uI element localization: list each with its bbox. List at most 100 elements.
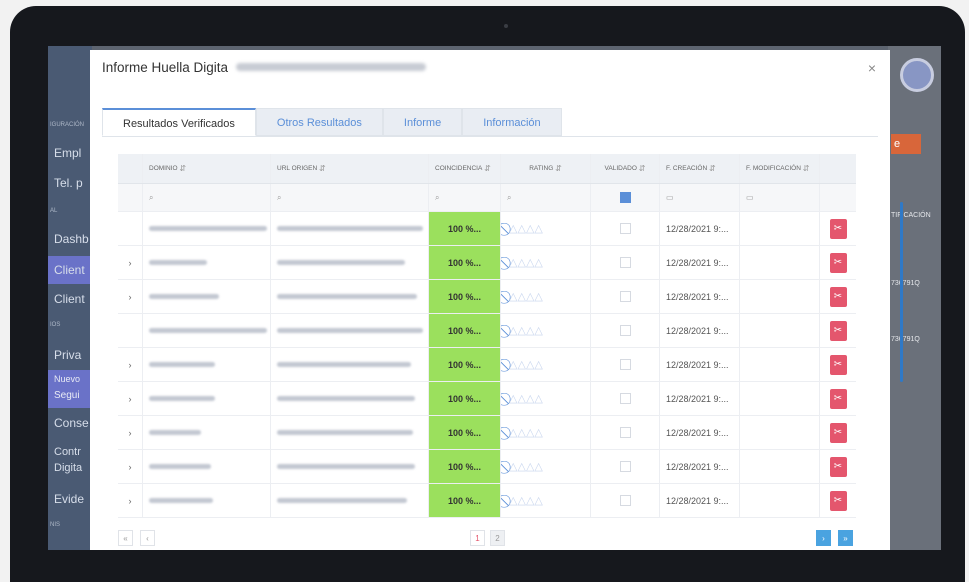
- filter-icon[interactable]: ⇵: [803, 164, 810, 173]
- sidebar-item-clientes[interactable]: Client: [54, 292, 85, 306]
- warning-triangle-icon[interactable]: △: [517, 290, 525, 303]
- validado-checkbox[interactable]: [619, 223, 631, 234]
- filter-icon[interactable]: ⇵: [179, 164, 186, 173]
- column-header-validado[interactable]: VALIDADO ⇵: [591, 154, 660, 183]
- expand-cell[interactable]: ›: [118, 450, 143, 483]
- delete-row-button[interactable]: ✂: [829, 354, 847, 375]
- filter-icon[interactable]: ⇵: [319, 164, 326, 173]
- warning-triangle-icon[interactable]: △: [517, 460, 525, 473]
- rating-cell[interactable]: ⃠△△△△: [501, 348, 591, 381]
- validado-checkbox[interactable]: [619, 291, 631, 302]
- filter-rating[interactable]: ⌕: [501, 184, 591, 211]
- delete-row-button[interactable]: ✂: [829, 490, 847, 511]
- warning-triangle-icon[interactable]: △: [534, 460, 542, 473]
- expand-cell[interactable]: ›: [118, 348, 143, 381]
- vertical-scrollbar[interactable]: [900, 202, 903, 382]
- expand-cell[interactable]: [118, 314, 143, 347]
- warning-triangle-icon[interactable]: △: [517, 358, 525, 371]
- expand-cell[interactable]: ›: [118, 382, 143, 415]
- table-row[interactable]: › 100 %...⃠△△△△ 12/28/2021 9:... ✂: [118, 348, 856, 382]
- filter-icon[interactable]: ⇵: [709, 164, 716, 173]
- table-row[interactable]: › 100 %...⃠△△△△ 12/28/2021 9:... ✂: [118, 382, 856, 416]
- validado-cell[interactable]: [591, 382, 660, 415]
- warning-triangle-icon[interactable]: △: [526, 256, 534, 269]
- warning-triangle-icon[interactable]: △: [517, 392, 525, 405]
- warning-triangle-icon[interactable]: △: [517, 222, 525, 235]
- sidebar-item-digital[interactable]: Digita: [54, 462, 82, 474]
- warning-triangle-icon[interactable]: △: [526, 426, 534, 439]
- warning-triangle-icon[interactable]: △: [509, 494, 517, 507]
- expand-cell[interactable]: ›: [118, 280, 143, 313]
- warning-triangle-icon[interactable]: △: [526, 222, 534, 235]
- expand-chevron-icon[interactable]: ›: [129, 496, 132, 506]
- next-page-button[interactable]: ›: [816, 530, 831, 546]
- warning-triangle-icon[interactable]: △: [534, 222, 542, 235]
- warning-triangle-icon[interactable]: △: [534, 256, 542, 269]
- prev-page-button[interactable]: ‹: [140, 530, 155, 546]
- expand-cell[interactable]: ›: [118, 416, 143, 449]
- warning-triangle-icon[interactable]: △: [526, 460, 534, 473]
- validado-cell[interactable]: [591, 416, 660, 449]
- calendar-icon[interactable]: ▭: [746, 193, 754, 202]
- sidebar-item-clientes-active[interactable]: Client: [48, 256, 92, 284]
- validado-cell[interactable]: [591, 314, 660, 347]
- validado-cell[interactable]: [591, 450, 660, 483]
- rating-cell[interactable]: ⃠△△△△: [501, 450, 591, 483]
- warning-triangle-icon[interactable]: △: [526, 392, 534, 405]
- rating-cell[interactable]: ⃠△△△△: [501, 314, 591, 347]
- validado-checkbox[interactable]: [619, 393, 631, 404]
- validado-checkbox[interactable]: [619, 325, 631, 336]
- sidebar-item-empleados[interactable]: Empl: [54, 146, 81, 160]
- warning-triangle-icon[interactable]: △: [534, 290, 542, 303]
- table-row[interactable]: › 100 %...⃠△△△△ 12/28/2021 9:... ✂: [118, 450, 856, 484]
- warning-triangle-icon[interactable]: △: [526, 494, 534, 507]
- close-icon[interactable]: ×: [868, 60, 876, 76]
- table-row[interactable]: › 100 %...⃠△△△△ 12/28/2021 9:... ✂: [118, 280, 856, 314]
- expand-chevron-icon[interactable]: ›: [129, 428, 132, 438]
- validado-checkbox[interactable]: [619, 257, 631, 268]
- column-header-rating[interactable]: RATING ⇵: [501, 154, 591, 183]
- delete-row-button[interactable]: ✂: [829, 456, 847, 477]
- tab-resultados-verificados[interactable]: Resultados Verificados: [102, 108, 256, 136]
- expand-cell[interactable]: ›: [118, 246, 143, 279]
- warning-triangle-icon[interactable]: △: [509, 392, 517, 405]
- delete-row-button[interactable]: ✂: [829, 218, 847, 239]
- delete-row-button[interactable]: ✂: [829, 320, 847, 341]
- filter-f-creacion[interactable]: ▭: [660, 184, 740, 211]
- expand-chevron-icon[interactable]: ›: [129, 258, 132, 268]
- table-row[interactable]: › 100 %...⃠△△△△ 12/28/2021 9:... ✂: [118, 484, 856, 518]
- column-header-coincidencia[interactable]: COINCIDENCIA ⇵: [429, 154, 501, 183]
- warning-triangle-icon[interactable]: △: [517, 494, 525, 507]
- filter-f-modificacion[interactable]: ▭: [740, 184, 820, 211]
- warning-triangle-icon[interactable]: △: [526, 290, 534, 303]
- validado-checkbox[interactable]: [619, 359, 631, 370]
- expand-chevron-icon[interactable]: ›: [129, 292, 132, 302]
- warning-triangle-icon[interactable]: △: [534, 324, 542, 337]
- warning-triangle-icon[interactable]: △: [517, 256, 525, 269]
- filter-dominio[interactable]: ⌕: [143, 184, 271, 211]
- table-row[interactable]: › 100 %...⃠△△△△ 12/28/2021 9:... ✂: [118, 246, 856, 280]
- expand-cell[interactable]: ›: [118, 484, 143, 517]
- filter-url-origen[interactable]: ⌕: [271, 184, 429, 211]
- table-row[interactable]: 100 %...⃠△△△△ 12/28/2021 9:... ✂: [118, 212, 856, 246]
- filter-icon[interactable]: ⇵: [639, 164, 646, 173]
- expand-cell[interactable]: [118, 212, 143, 245]
- delete-row-button[interactable]: ✂: [829, 252, 847, 273]
- validado-checkbox[interactable]: [619, 495, 631, 506]
- rating-cell[interactable]: ⃠△△△△: [501, 280, 591, 313]
- sidebar-item-dashboard[interactable]: Dashb: [54, 232, 89, 246]
- warning-triangle-icon[interactable]: △: [509, 358, 517, 371]
- validado-checkbox[interactable]: [619, 427, 631, 438]
- rating-cell[interactable]: ⃠△△△△: [501, 246, 591, 279]
- warning-triangle-icon[interactable]: △: [509, 324, 517, 337]
- warning-triangle-icon[interactable]: △: [509, 290, 517, 303]
- filter-validado[interactable]: [591, 184, 660, 211]
- warning-triangle-icon[interactable]: △: [526, 358, 534, 371]
- sidebar-item-evidencias[interactable]: Evide: [54, 492, 84, 506]
- sidebar-item-consentimientos[interactable]: Conse: [54, 416, 89, 430]
- warning-triangle-icon[interactable]: △: [509, 426, 517, 439]
- avatar[interactable]: [900, 58, 934, 92]
- delete-row-button[interactable]: ✂: [829, 286, 847, 307]
- rating-cell[interactable]: ⃠△△△△: [501, 484, 591, 517]
- warning-triangle-icon[interactable]: △: [509, 256, 517, 269]
